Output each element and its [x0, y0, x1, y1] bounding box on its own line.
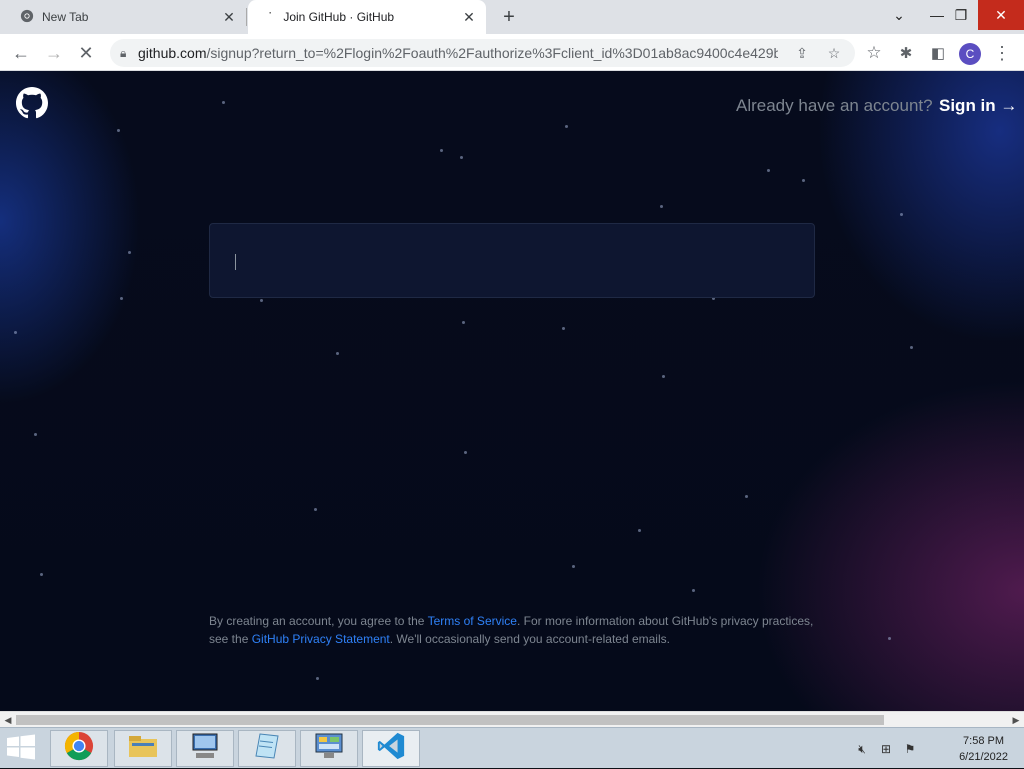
clock-time: 7:58 PM: [963, 735, 1005, 747]
restore-button[interactable]: ❐: [944, 0, 978, 30]
volume-muted-icon[interactable]: 🔇︎: [854, 741, 870, 757]
windows-start-icon[interactable]: [6, 734, 42, 764]
taskbar: 🔇︎ ⊞ ⚑ 7:58 PM 6/21/2022: [0, 727, 1024, 768]
background-star: [460, 156, 463, 159]
new-tab-button[interactable]: +: [496, 4, 522, 30]
background-star: [910, 346, 913, 349]
address-url[interactable]: github.com/signup?return_to=%2Flogin%2Fo…: [138, 45, 778, 61]
tab-title: Join GitHub · GitHub: [283, 10, 395, 24]
legal-notice: By creating an account, you agree to the…: [209, 612, 819, 648]
file-explorer-icon: [128, 733, 158, 764]
background-star: [692, 589, 695, 592]
forward-button[interactable]: →: [40, 39, 68, 67]
background-star: [128, 251, 131, 254]
background-star: [316, 677, 319, 680]
background-star: [802, 179, 805, 182]
taskbar-remote-desktop[interactable]: [176, 730, 234, 767]
background-star: [120, 297, 123, 300]
background-star: [662, 375, 665, 378]
github-signup-page: Already have an account? Sign in → By cr…: [0, 71, 1024, 711]
background-star: [14, 331, 17, 334]
taskbar-vscode[interactable]: [362, 730, 420, 767]
sign-in-link[interactable]: Sign in →: [939, 96, 1017, 116]
horizontal-scrollbar[interactable]: ◀ ▶: [0, 711, 1024, 727]
background-star: [900, 213, 903, 216]
star-extension-icon[interactable]: ☆: [860, 39, 888, 67]
tab-join-github[interactable]: ⠁ Join GitHub · GitHub ✕: [248, 0, 486, 34]
notepad-icon: [254, 732, 280, 765]
background-star: [562, 327, 565, 330]
background-star: [440, 149, 443, 152]
background-star: [222, 101, 225, 104]
background-star: [462, 321, 465, 324]
url-domain: github.com: [138, 45, 207, 61]
chrome-icon: [20, 9, 34, 26]
legal-text: By creating an account, you agree to the: [209, 614, 428, 628]
browser-toolbar: ← → ✕ 🔒︎ github.com/signup?return_to=%2F…: [0, 34, 1024, 71]
privacy-statement-link[interactable]: GitHub Privacy Statement: [252, 632, 390, 646]
url-path: /signup?return_to=%2Flogin%2Foauth%2Faut…: [206, 45, 778, 61]
tab-divider: [246, 8, 247, 26]
background-star: [888, 637, 891, 640]
tab-close-icon[interactable]: ✕: [458, 6, 480, 28]
side-panel-icon[interactable]: ◧: [924, 39, 952, 67]
background-star: [660, 205, 663, 208]
background-star: [638, 529, 641, 532]
control-panel-icon: [314, 732, 344, 765]
share-icon[interactable]: ⇪: [792, 43, 812, 63]
github-logo-icon[interactable]: [16, 87, 48, 119]
background-star: [464, 451, 467, 454]
chrome-icon: [64, 731, 94, 766]
taskbar-control-panel[interactable]: [300, 730, 358, 767]
remote-desktop-icon: [190, 732, 220, 765]
lock-icon: 🔒︎: [120, 45, 127, 60]
tab-search-chevron-icon[interactable]: ⌄: [882, 0, 916, 30]
taskbar-chrome[interactable]: [50, 730, 108, 767]
already-have-account-text: Already have an account?: [736, 96, 933, 115]
stop-loading-button[interactable]: ✕: [72, 39, 100, 67]
taskbar-notepad[interactable]: [238, 730, 296, 767]
scroll-left-arrow-icon[interactable]: ◀: [1, 713, 15, 727]
signup-input[interactable]: [209, 223, 815, 298]
extensions-puzzle-icon[interactable]: ✱: [892, 39, 920, 67]
scrollbar-thumb[interactable]: [16, 715, 884, 725]
tab-close-icon[interactable]: ✕: [218, 6, 240, 28]
network-icon[interactable]: ⊞: [878, 741, 894, 757]
background-star: [767, 169, 770, 172]
back-button[interactable]: ←: [7, 39, 35, 67]
profile-avatar[interactable]: C: [959, 43, 981, 65]
background-star: [565, 125, 568, 128]
loading-icon: ⠁: [268, 11, 276, 23]
system-tray: 🔇︎ ⊞ ⚑ 7:58 PM 6/21/2022: [804, 728, 1024, 769]
action-center-icon[interactable]: ⚑: [902, 741, 918, 757]
tab-new-tab[interactable]: New Tab ✕: [8, 0, 246, 34]
background-star: [314, 508, 317, 511]
close-window-button[interactable]: ✕: [978, 0, 1024, 30]
background-star: [745, 495, 748, 498]
tab-strip: New Tab ✕ ⠁ Join GitHub · GitHub ✕ + ⌄ —…: [0, 0, 1024, 34]
background-star: [260, 299, 263, 302]
address-bar[interactable]: 🔒︎ github.com/signup?return_to=%2Flogin%…: [110, 39, 855, 67]
bookmark-star-icon[interactable]: ☆: [824, 43, 844, 63]
clock-date: 6/21/2022: [959, 751, 1008, 763]
legal-text: . We'll occasionally send you account-re…: [389, 632, 670, 646]
tab-title: New Tab: [42, 10, 89, 24]
background-star: [40, 573, 43, 576]
clock[interactable]: 7:58 PM 6/21/2022: [959, 733, 1008, 765]
background-star: [117, 129, 120, 132]
vscode-icon: [376, 731, 406, 766]
background-star: [34, 433, 37, 436]
taskbar-file-explorer[interactable]: [114, 730, 172, 767]
menu-kebab-icon[interactable]: ⋮: [988, 39, 1016, 67]
background-star: [336, 352, 339, 355]
scroll-right-arrow-icon[interactable]: ▶: [1009, 713, 1023, 727]
text-caret: [235, 254, 236, 270]
terms-of-service-link[interactable]: Terms of Service: [428, 614, 517, 628]
background-star: [572, 565, 575, 568]
